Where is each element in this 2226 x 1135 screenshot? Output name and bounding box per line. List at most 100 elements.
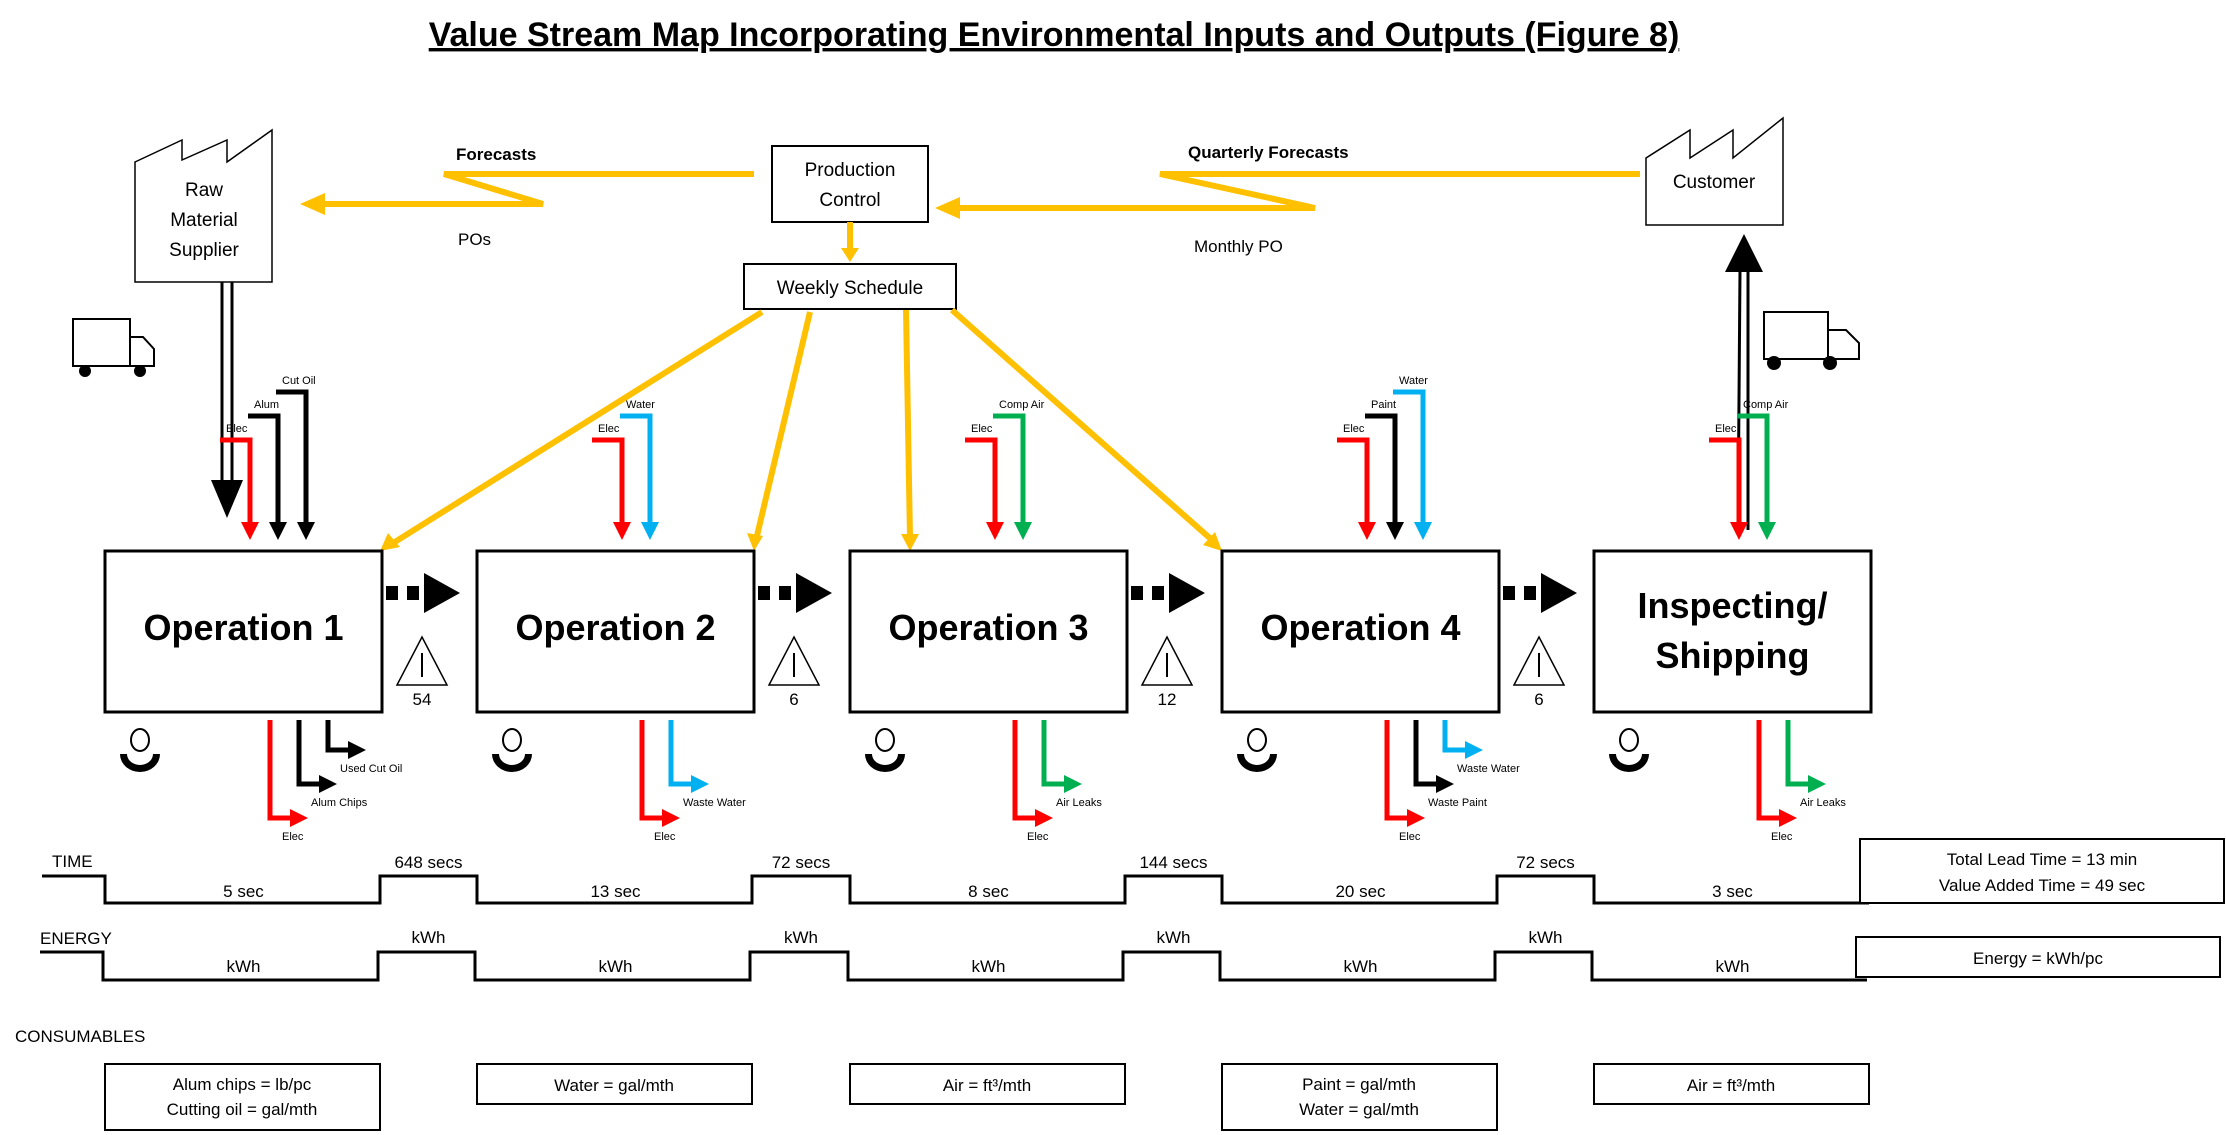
output-label: Air Leaks [1800,797,1846,809]
input-label: Water [1399,375,1428,387]
consumable-line: Water = gal/mth [554,1076,674,1095]
output-label: Elec [1027,831,1049,843]
raw-material-supplier: Raw Material Supplier [134,128,273,283]
inventory-energy: kWh [1529,928,1563,947]
process-energy: kWh [1716,957,1750,976]
process-energy: kWh [1344,957,1378,976]
output-label: Alum Chips [311,797,368,809]
material-push-in [211,282,243,518]
consumable-line: Paint = gal/mth [1302,1075,1416,1094]
consumable-line: Air = ft³/mth [1687,1076,1775,1095]
inventory-triangle: 6 [1512,635,1566,709]
inventory-triangle: 54 [395,635,449,709]
info-flow-forecasts [300,171,754,215]
input-label: Cut Oil [282,375,316,387]
customer-label: Customer [1673,172,1756,193]
process-name: Operation 2 [515,607,715,648]
input-label: Elec [1715,423,1737,435]
input-label: Comp Air [999,399,1045,411]
input-elec: Elec [1337,423,1376,540]
push-arrow [1131,573,1205,613]
cycle-time: 13 sec [590,882,641,901]
input-label: Alum [254,399,279,411]
output-waste-water: Waste Water [1442,720,1520,775]
customer: Customer [1645,116,1784,226]
operations: Operation 1 Elec AlumCut Oil Elec Alum Chips… [103,375,1873,843]
input-elec: Elec [1709,423,1748,540]
input-cut-oil: Cut Oil [276,375,316,540]
value-stream-map: Value Stream Map Incorporating Environme… [15,16,2225,1131]
supplier-label-2: Material [170,210,238,231]
timeline-labels: 5 sec kWh 648 secs kWh 13 sec kWh 72 secs kWh 8 … [223,853,1753,976]
schedule-to-ops-arrows [388,307,1214,548]
cycle-time: 3 sec [1712,882,1753,901]
output-used-cut-oil: Used Cut Oil [325,720,402,775]
inventory-count: 6 [789,690,798,709]
consumables: Alum chips = lb/pc Cutting oil = gal/mth W… [104,1063,1870,1131]
energy-summary: Energy = kWh/pc [1973,949,2103,968]
inventory-count: 6 [1534,690,1543,709]
inventory-count: 54 [413,690,432,709]
production-control-label-2: Control [819,190,880,211]
process-name: Operation 4 [1260,607,1460,648]
output-label: Elec [1771,831,1793,843]
inventory-energy: kWh [1157,928,1191,947]
input-elec: Elec [965,423,1004,540]
output-label: Elec [1399,831,1421,843]
process-energy: kWh [972,957,1006,976]
push-arrow [1503,573,1577,613]
consumable-box: Air = ft³/mth [1593,1063,1870,1105]
input-label: Elec [1343,423,1365,435]
process-energy: kWh [227,957,261,976]
inventory-energy: kWh [412,928,446,947]
output-label: Waste Water [683,797,746,809]
material-shipment-out [1725,234,1763,531]
monthly-po-label: Monthly PO [1194,237,1283,256]
operation-1: Operation 1 Elec AlumCut Oil Elec Alum Chips… [103,375,460,843]
inventory-triangle: 6 [767,635,821,709]
operator-icon [492,728,532,772]
output-label: Waste Water [1457,763,1520,775]
consumable-box: Paint = gal/mth Water = gal/mth [1221,1063,1498,1131]
output-label: Waste Paint [1428,797,1487,809]
operation-4: Operation 4 Elec PaintWater Elec Waste Paint… [1220,375,1577,843]
consumable-box: Alum chips = lb/pc Cutting oil = gal/mth [104,1063,381,1131]
process-name-line: Inspecting/ [1637,585,1827,626]
consumable-line: Air = ft³/mth [943,1076,1031,1095]
wait-time: 648 secs [394,853,462,872]
output-label: Elec [282,831,304,843]
energy-ladder [40,950,1867,982]
process-energy: kWh [599,957,633,976]
inventory-count: 12 [1158,690,1177,709]
push-arrow [758,573,832,613]
input-comp-air: Comp Air [1737,399,1789,540]
consumable-line: Cutting oil = gal/mth [167,1100,318,1119]
input-label: Paint [1371,399,1396,411]
push-arrow [386,573,460,613]
input-water: Water [1393,375,1432,540]
process-name: Operation 3 [888,607,1088,648]
operator-icon [1609,728,1649,772]
production-control-label-1: Production [805,160,896,181]
cycle-time: 5 sec [223,882,264,901]
process-name-line: Shipping [1656,635,1810,676]
value-added-time: Value Added Time = 49 sec [1939,876,2146,895]
cycle-time: 20 sec [1335,882,1386,901]
input-alum: Alum [248,399,287,540]
input-elec: Elec [592,423,631,540]
input-label: Water [626,399,655,411]
quarterly-forecasts-label: Quarterly Forecasts [1188,143,1349,162]
consumables-label: CONSUMABLES [15,1027,145,1046]
output-label: Used Cut Oil [340,763,402,775]
output-air-leaks: Air Leaks [1041,720,1102,809]
inventory-triangle: 12 [1140,635,1194,709]
input-label: Elec [226,423,248,435]
truck-icon [1763,311,1860,370]
operator-icon [1237,728,1277,772]
process-name: Operation 1 [143,607,343,648]
input-paint: Paint [1365,399,1404,540]
operation-5: Inspecting/Shipping Elec Comp Air Elec Air L… [1592,399,1873,843]
input-water: Water [620,399,659,540]
schedule-arrowheads [380,532,1222,551]
operator-icon [120,728,160,772]
